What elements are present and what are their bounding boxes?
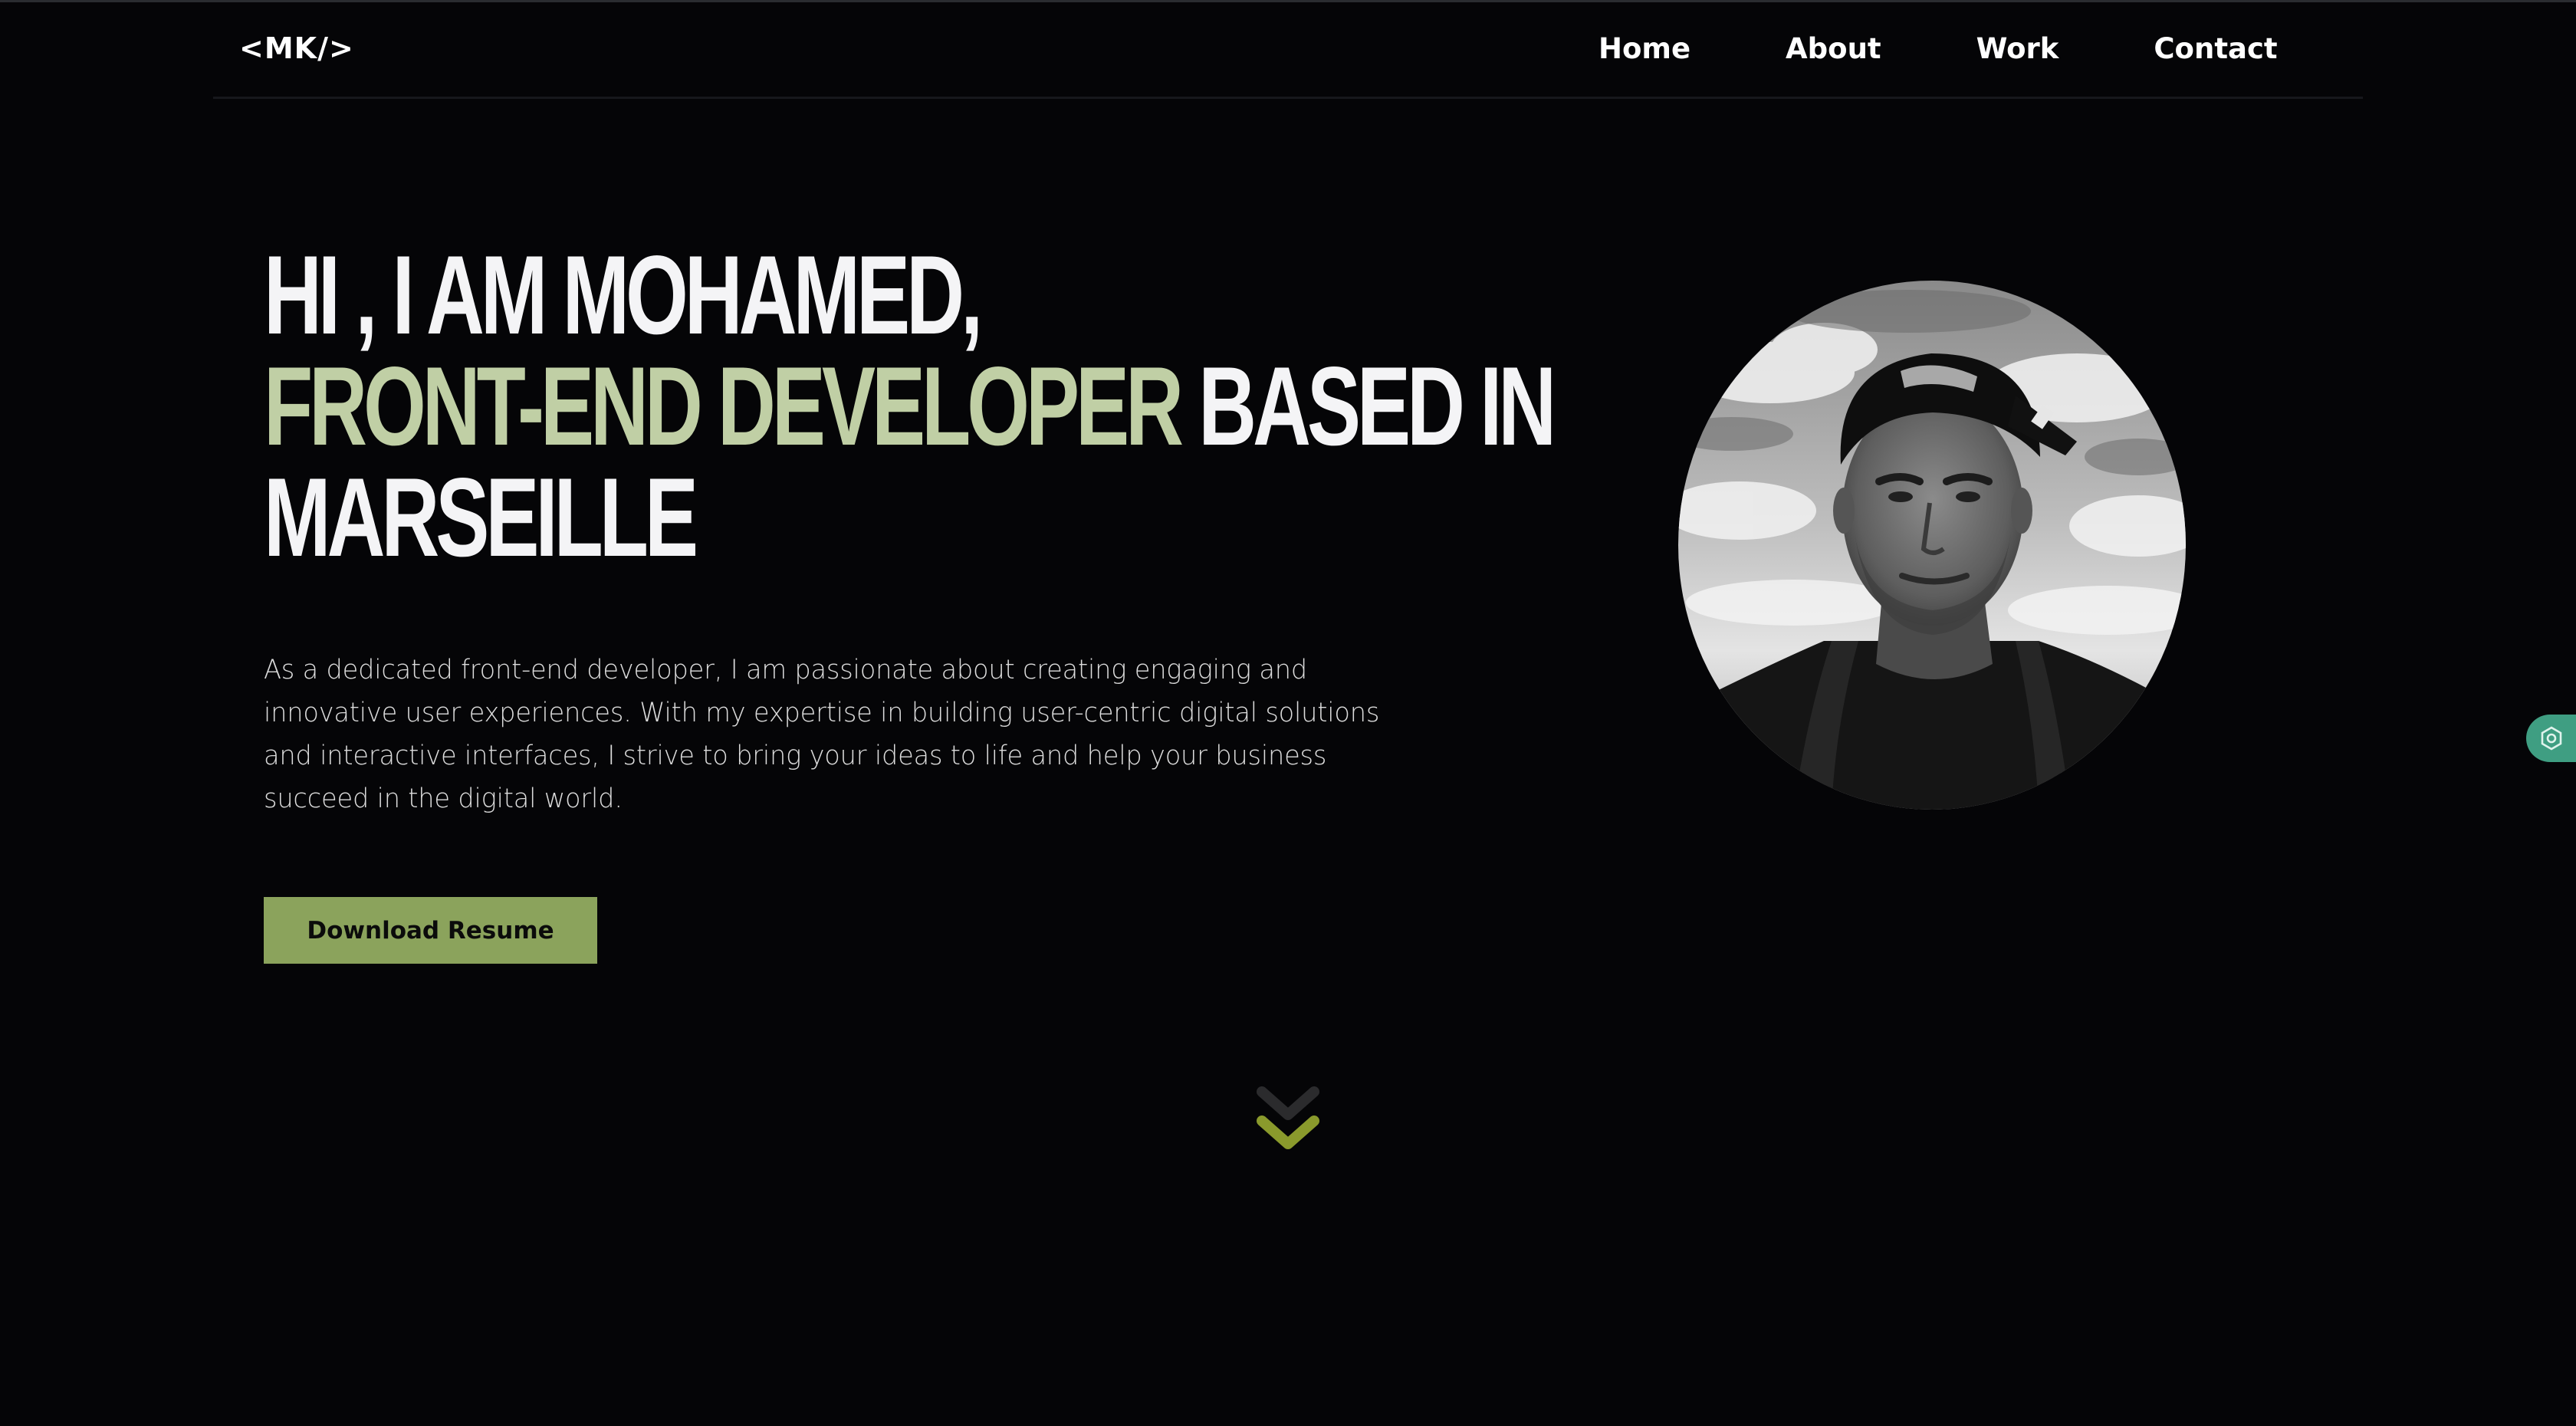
- profile-photo: [1678, 281, 2186, 810]
- intro-line: and interactive interfaces, I strive to …: [264, 741, 1327, 771]
- hero-intro-paragraph: As a dedicated front-end developer, I am…: [264, 649, 1412, 820]
- chevron-double-down-icon: [1257, 1086, 1319, 1149]
- intro-line: innovative user experiences. With my exp…: [264, 698, 1380, 728]
- headline-based-in: BASED IN: [1179, 343, 1556, 468]
- headline-line-2: FRONT-END DEVELOPER BASED IN: [264, 350, 1556, 462]
- nav-home-link[interactable]: Home: [1598, 28, 1691, 71]
- headline-line-3: MARSEILLE: [264, 455, 698, 580]
- nav-about-link[interactable]: About: [1786, 28, 1881, 71]
- site-logo[interactable]: <MK/>: [239, 28, 354, 69]
- header-divider: [213, 97, 2363, 99]
- nav-work-link[interactable]: Work: [1976, 28, 2059, 71]
- hero-headline: HI , I AM MOHAMED, FRONT-END DEVELOPER B…: [264, 232, 1556, 580]
- headline-line-1: HI , I AM MOHAMED,: [264, 232, 983, 357]
- main-nav: Home About Work Contact: [1598, 28, 2278, 71]
- scroll-down-chevrons[interactable]: [1254, 1081, 1322, 1158]
- window-top-edge: [0, 0, 2576, 2]
- download-resume-button[interactable]: Download Resume: [264, 897, 597, 964]
- intro-line: succeed in the digital world.: [264, 784, 623, 814]
- intro-line: As a dedicated front-end developer, I am…: [264, 655, 1307, 685]
- headline-role: FRONT-END DEVELOPER: [264, 343, 1184, 468]
- nav-contact-link[interactable]: Contact: [2154, 28, 2277, 71]
- hexagon-settings-icon: [2541, 726, 2561, 751]
- floating-settings-widget[interactable]: [2526, 715, 2576, 762]
